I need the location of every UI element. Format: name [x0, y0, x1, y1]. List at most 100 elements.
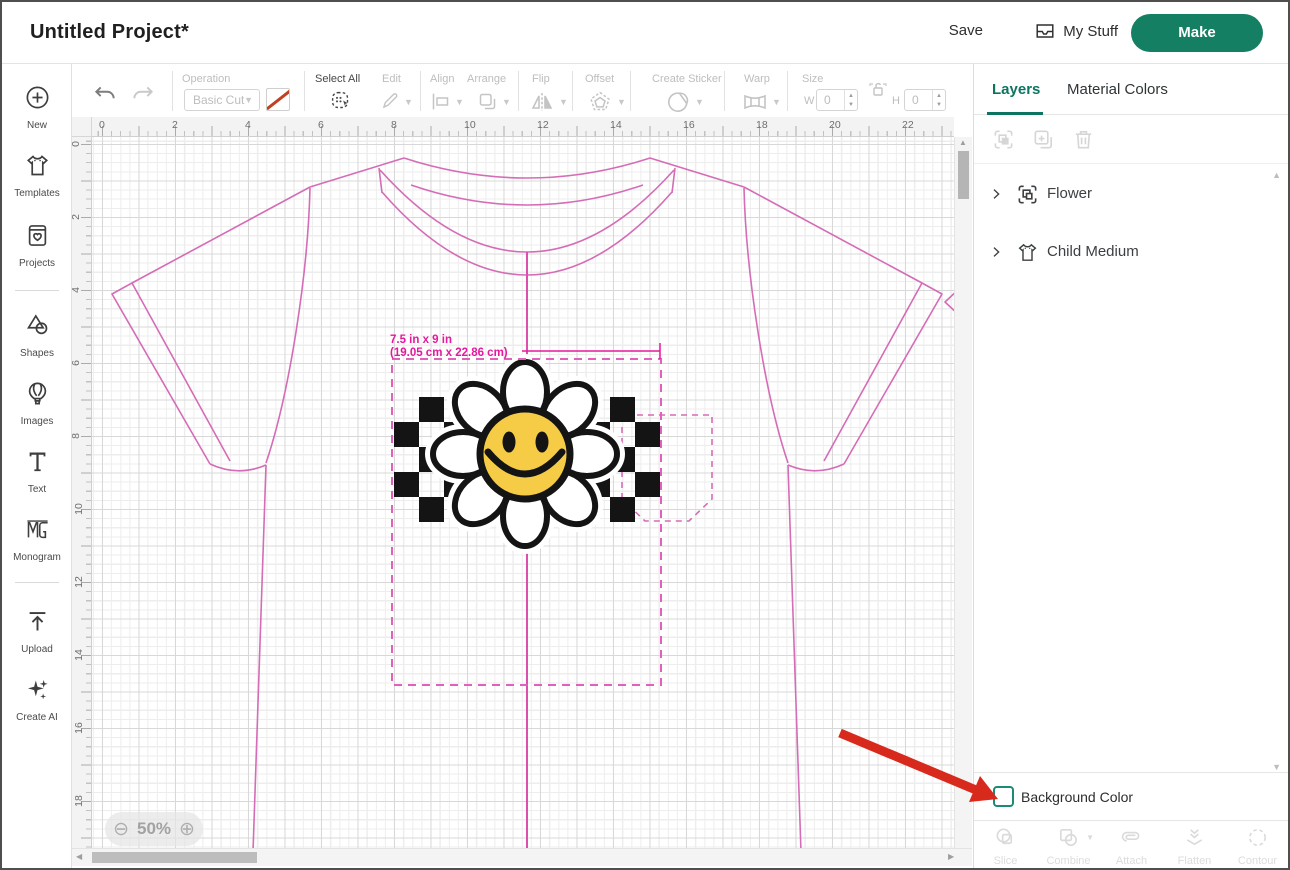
- divider: [518, 71, 519, 111]
- duplicate-icon[interactable]: [1032, 128, 1055, 151]
- align-label: Align: [430, 73, 454, 85]
- stepper-icon[interactable]: ▲▼: [844, 90, 857, 110]
- expand-chevron-icon[interactable]: [988, 186, 1004, 202]
- width-label: W: [804, 95, 814, 107]
- chevron-down-icon[interactable]: ▼: [455, 97, 464, 107]
- divider: [304, 71, 305, 111]
- offset-label: Offset: [585, 73, 614, 85]
- flip-icon[interactable]: [530, 90, 554, 114]
- sidebar-item-upload[interactable]: Upload: [2, 608, 72, 655]
- selection-size-label: 7.5 in x 9 in (19.05 cm x 22.86 cm): [390, 334, 508, 360]
- chevron-down-icon[interactable]: ▼: [617, 97, 626, 107]
- operation-label: Operation: [182, 73, 230, 85]
- sparkle-icon: [24, 676, 51, 703]
- group-icon[interactable]: [992, 128, 1015, 151]
- arrange-icon[interactable]: [477, 91, 498, 112]
- trash-icon[interactable]: [1072, 128, 1095, 151]
- create-sticker-icon[interactable]: [666, 90, 690, 114]
- sidebar-item-images[interactable]: Images: [2, 380, 72, 427]
- sidebar-item-shapes[interactable]: Shapes: [2, 312, 72, 359]
- chevron-down-icon[interactable]: ▼: [404, 97, 413, 107]
- redo-icon[interactable]: [130, 82, 156, 108]
- chevron-down-icon[interactable]: ▼: [502, 97, 511, 107]
- tab-layers[interactable]: Layers: [992, 81, 1040, 98]
- design-canvas[interactable]: 0246810121416182022 024681012141618 7.5 …: [72, 117, 977, 868]
- operation-dropdown[interactable]: Basic Cut▼: [184, 89, 260, 111]
- sidebar-item-templates[interactable]: Templates: [2, 152, 72, 199]
- ruler-h-label: 18: [756, 119, 768, 131]
- flower-design[interactable]: [394, 362, 660, 546]
- stepper-icon[interactable]: ▲▼: [932, 90, 945, 110]
- undo-icon[interactable]: [92, 82, 118, 108]
- ruler-v-label: 10: [73, 503, 85, 515]
- ruler-v-label: 4: [72, 287, 82, 293]
- scroll-up-icon[interactable]: ▲: [959, 138, 967, 147]
- chevron-down-icon: ▼: [244, 90, 253, 110]
- pencil-icon[interactable]: [380, 90, 401, 111]
- layer-name: Child Medium: [1047, 243, 1139, 260]
- ruler-v-label: 18: [73, 795, 85, 807]
- sidebar-item-create-ai[interactable]: Create AI: [2, 676, 72, 723]
- tab-material-colors[interactable]: Material Colors: [1067, 81, 1168, 98]
- sidebar-item-label: Shapes: [2, 348, 72, 359]
- panel-scroll-down-icon[interactable]: ▼: [1272, 762, 1281, 772]
- scroll-left-icon[interactable]: ◀: [76, 852, 82, 861]
- save-button[interactable]: Save: [949, 22, 983, 39]
- combine-icon: [1057, 826, 1080, 849]
- layer-row-flower[interactable]: Flower: [974, 174, 1288, 218]
- background-color-row: Background Color: [974, 772, 1288, 820]
- shapes-icon: [24, 312, 51, 339]
- action-label: Contour: [1226, 855, 1289, 867]
- left-sidebar: New Templates Projects Shapes Images Text Mono…: [2, 64, 72, 868]
- background-color-checkbox[interactable]: [993, 786, 1014, 807]
- height-input[interactable]: 0 ▲▼: [904, 89, 946, 111]
- sidebar-item-new[interactable]: New: [2, 84, 72, 131]
- warp-icon[interactable]: [742, 91, 768, 113]
- zoom-out-icon[interactable]: ⊖: [113, 820, 129, 839]
- contour-button[interactable]: Contour: [1226, 821, 1289, 870]
- expand-chevron-icon[interactable]: [988, 244, 1004, 260]
- background-color-label: Background Color: [1021, 789, 1133, 805]
- sidebar-item-label: Images: [2, 416, 72, 427]
- attach-button[interactable]: Attach: [1100, 821, 1163, 870]
- zoom-in-icon[interactable]: ⊕: [179, 820, 195, 839]
- tshirt-icon: [1016, 241, 1039, 264]
- my-stuff-button[interactable]: My Stuff: [1034, 20, 1118, 42]
- edit-toolbar: Operation Basic Cut▼ Select All Edit ▼ A…: [72, 64, 977, 117]
- chevron-down-icon[interactable]: ▼: [559, 97, 568, 107]
- flatten-button[interactable]: Flatten: [1163, 821, 1226, 870]
- panel-scroll-up-icon[interactable]: ▲: [1272, 170, 1281, 180]
- horizontal-ruler: 0246810121416182022: [92, 117, 954, 137]
- vertical-scroll-thumb[interactable]: [958, 151, 969, 199]
- select-all-icon[interactable]: [330, 90, 351, 111]
- scroll-right-icon[interactable]: ▶: [948, 852, 954, 861]
- chevron-down-icon[interactable]: ▼: [772, 97, 781, 107]
- slice-button[interactable]: Slice: [974, 821, 1037, 870]
- flatten-icon: [1183, 826, 1206, 849]
- offset-icon[interactable]: [588, 90, 612, 114]
- width-input[interactable]: 0 ▲▼: [816, 89, 858, 111]
- chevron-down-icon[interactable]: ▼: [695, 97, 704, 107]
- canvas-artwork[interactable]: [92, 137, 954, 852]
- vertical-scrollbar[interactable]: ▲: [954, 137, 972, 852]
- color-swatch-none[interactable]: [266, 88, 290, 111]
- layer-row-child-medium[interactable]: Child Medium: [974, 232, 1288, 276]
- sidebar-item-text[interactable]: Text: [2, 448, 72, 495]
- unlock-icon[interactable]: [868, 79, 888, 99]
- action-label: Attach: [1100, 855, 1163, 867]
- make-button[interactable]: Make: [1131, 14, 1263, 52]
- sidebar-item-monogram[interactable]: Monogram: [2, 516, 72, 563]
- horizontal-scroll-thumb[interactable]: [92, 852, 257, 863]
- sidebar-item-projects[interactable]: Projects: [2, 222, 72, 269]
- align-icon[interactable]: [430, 91, 451, 112]
- action-label: Combine: [1037, 855, 1100, 867]
- ruler-h-label: 16: [683, 119, 695, 131]
- combine-button[interactable]: ▼ Combine: [1037, 821, 1100, 870]
- attach-icon: [1120, 826, 1143, 849]
- ruler-v-label: 6: [72, 360, 82, 366]
- horizontal-scrollbar[interactable]: ◀ ▶: [72, 848, 972, 866]
- chevron-down-icon: ▼: [1086, 833, 1094, 842]
- ruler-v-label: 2: [72, 214, 82, 220]
- height-value: 0: [912, 93, 919, 107]
- edit-label: Edit: [382, 73, 401, 85]
